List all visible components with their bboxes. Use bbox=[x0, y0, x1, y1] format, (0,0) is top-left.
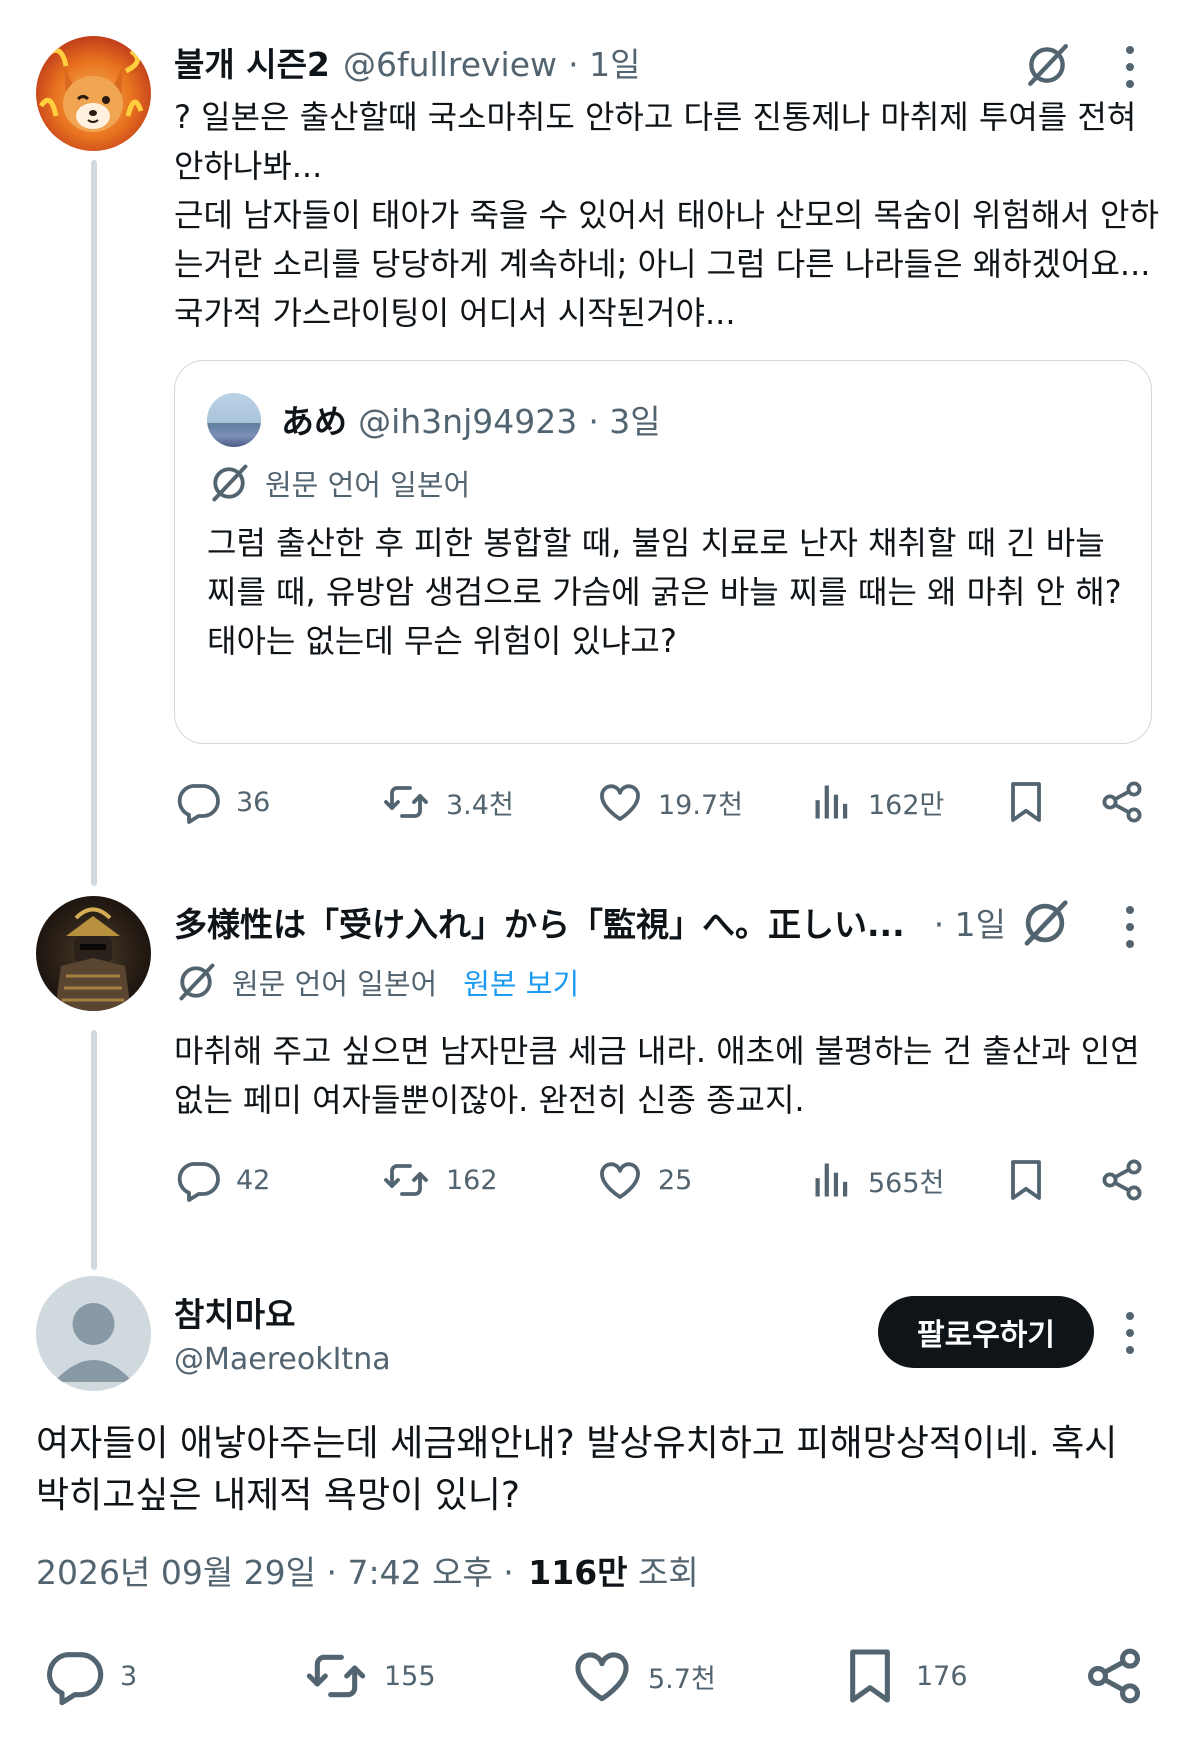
thread-line-1 bbox=[91, 160, 97, 886]
views-count: 565천 bbox=[868, 1167, 945, 1199]
retweet-button[interactable]: 162 bbox=[380, 1156, 498, 1204]
quote-text: 그럼 출산한 후 피한 봉합할 때, 불임 치료로 난자 채취할 때 긴 바늘 … bbox=[207, 524, 1122, 660]
tweet-date[interactable]: 2026년 09월 29일 · 7:42 오후 · bbox=[36, 1553, 514, 1592]
views-count: 116만 bbox=[528, 1553, 628, 1592]
reply-button[interactable]: 36 bbox=[174, 778, 270, 826]
retweet-button[interactable]: 3.4천 bbox=[380, 778, 514, 826]
share-icon bbox=[1098, 778, 1146, 826]
bookmark-button[interactable]: 176 bbox=[838, 1644, 968, 1708]
no-translate-icon bbox=[207, 461, 251, 505]
retweet-icon bbox=[302, 1644, 370, 1708]
reply-button[interactable]: 42 bbox=[174, 1156, 270, 1204]
like-count: 25 bbox=[658, 1164, 693, 1196]
quoted-tweet[interactable]: あめ @ih3nj94923 · 3일 원문 언어 일본어 그럼 출산한 후 피… bbox=[174, 360, 1152, 744]
author-name[interactable]: 참치마요 bbox=[174, 1288, 295, 1336]
bookmark-icon bbox=[838, 1644, 902, 1708]
quote-translation-row: 원문 언어 일본어 bbox=[207, 461, 470, 505]
author-name[interactable]: 多様性は「受け入れ」から「監視」へ。正しい... bbox=[174, 905, 905, 944]
share-icon bbox=[1098, 1156, 1146, 1204]
no-translate-icon bbox=[174, 960, 218, 1004]
quote-author-name[interactable]: あめ bbox=[281, 402, 347, 441]
dog-avatar-icon bbox=[38, 47, 144, 132]
no-translate-icon[interactable] bbox=[1022, 40, 1072, 94]
share-icon bbox=[1082, 1644, 1146, 1708]
retweet-count: 162 bbox=[446, 1164, 498, 1196]
views-icon bbox=[810, 1156, 854, 1204]
retweet-count: 3.4천 bbox=[446, 789, 514, 821]
views-icon bbox=[810, 778, 854, 826]
views-button[interactable]: 565천 bbox=[810, 1156, 944, 1204]
retweet-button[interactable]: 155 bbox=[302, 1644, 436, 1708]
tweet-1-header: 불개 시즌2 @6fullreview · 1일 bbox=[174, 38, 640, 86]
no-translate-icon[interactable] bbox=[1018, 896, 1072, 954]
more-options-icon[interactable] bbox=[1124, 46, 1136, 88]
translation-note: 원문 언어 일본어 bbox=[265, 468, 471, 502]
heart-icon bbox=[596, 778, 644, 826]
heart-icon bbox=[570, 1644, 634, 1708]
reply-count: 36 bbox=[236, 786, 271, 818]
retweet-count: 155 bbox=[384, 1660, 436, 1692]
show-original-link[interactable]: 원본 보기 bbox=[463, 961, 579, 1003]
heart-icon bbox=[596, 1156, 644, 1204]
reply-icon bbox=[42, 1644, 106, 1708]
tweet-text: 마취해 주고 싶으면 남자만큼 세금 내라. 애초에 불평하는 건 출산과 인연… bbox=[174, 1032, 1140, 1119]
reply-icon bbox=[174, 1156, 222, 1204]
more-options-icon[interactable] bbox=[1124, 1312, 1136, 1354]
share-button[interactable] bbox=[1098, 1156, 1160, 1204]
thread-line-2 bbox=[91, 1030, 97, 1270]
tweet-2-header: 多様性は「受け入れ」から「監視」へ。正しい... · 1일 bbox=[174, 898, 1006, 946]
like-count: 19.7천 bbox=[658, 789, 743, 821]
quote-header: あめ @ih3nj94923 · 3일 bbox=[281, 395, 661, 443]
bookmark-button[interactable] bbox=[1002, 1156, 1064, 1204]
reply-icon bbox=[174, 778, 222, 826]
like-button[interactable]: 19.7천 bbox=[596, 778, 743, 826]
quote-avatar[interactable] bbox=[207, 393, 261, 447]
bookmark-count: 176 bbox=[916, 1660, 968, 1692]
tweet-text: ? 일본은 출산할때 국소마취도 안하고 다른 진통제나 마취제 투여를 전혀 … bbox=[174, 98, 1159, 332]
avatar[interactable] bbox=[36, 896, 151, 1011]
like-button[interactable]: 25 bbox=[596, 1156, 692, 1204]
reply-count: 42 bbox=[236, 1164, 271, 1196]
like-count: 5.7천 bbox=[648, 1663, 716, 1695]
reply-count: 3 bbox=[120, 1660, 138, 1692]
translation-row: 원문 언어 일본어 원본 보기 bbox=[174, 960, 579, 1004]
samurai-avatar-icon bbox=[55, 907, 131, 1011]
quote-time[interactable]: · 3일 bbox=[588, 402, 660, 441]
follow-button[interactable]: 팔로우하기 bbox=[878, 1296, 1094, 1368]
default-avatar-icon bbox=[54, 1303, 133, 1382]
views-label: 조회 bbox=[638, 1553, 699, 1592]
views-button[interactable]: 162만 bbox=[810, 778, 944, 826]
retweet-icon bbox=[380, 778, 432, 826]
tweet-time[interactable]: · 1일 bbox=[568, 45, 640, 84]
tweet-meta: 2026년 09월 29일 · 7:42 오후 · 116만 조회 bbox=[36, 1546, 699, 1594]
like-button[interactable]: 5.7천 bbox=[570, 1644, 716, 1708]
avatar[interactable] bbox=[36, 36, 151, 151]
bookmark-icon bbox=[1002, 1156, 1050, 1204]
author-name[interactable]: 불개 시즌2 bbox=[174, 45, 330, 84]
author-handle[interactable]: @6fullreview bbox=[343, 45, 557, 84]
quote-author-handle[interactable]: @ih3nj94923 bbox=[358, 402, 577, 441]
reply-button[interactable]: 3 bbox=[42, 1644, 137, 1708]
avatar[interactable] bbox=[36, 1276, 151, 1391]
views-count: 162만 bbox=[868, 789, 945, 821]
more-options-icon[interactable] bbox=[1124, 906, 1136, 948]
share-button[interactable] bbox=[1098, 778, 1160, 826]
retweet-icon bbox=[380, 1156, 432, 1204]
author-handle[interactable]: @MaereokItna bbox=[174, 1342, 391, 1377]
tweet-time[interactable]: · 1일 bbox=[934, 905, 1006, 944]
share-button[interactable] bbox=[1082, 1644, 1160, 1708]
bookmark-button[interactable] bbox=[1002, 778, 1064, 826]
bookmark-icon bbox=[1002, 778, 1050, 826]
main-tweet-text: 여자들이 애낳아주는데 세금왜안내? 발상유치하고 피해망상적이네. 혹시 박히… bbox=[36, 1423, 1118, 1516]
translation-note: 원문 언어 일본어 bbox=[232, 967, 438, 1001]
